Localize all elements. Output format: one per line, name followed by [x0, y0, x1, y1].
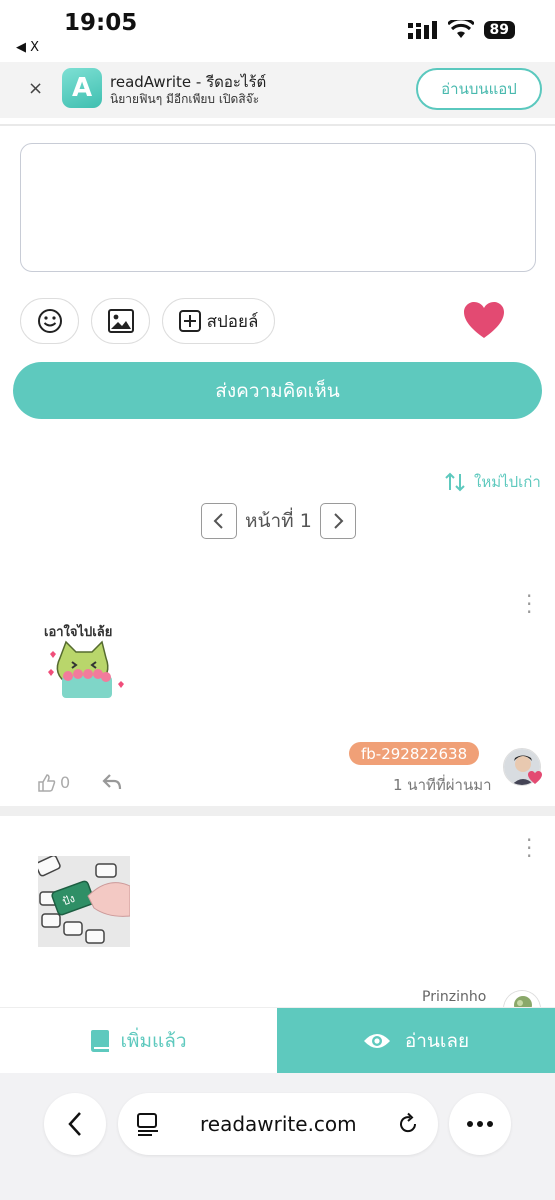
plus-box-icon [178, 310, 201, 332]
send-comment-button[interactable]: ส่งความคิดเห็น [13, 362, 542, 419]
status-bar: 19:05 ◀ X 89 [0, 0, 555, 62]
chevron-left-icon [68, 1112, 81, 1136]
cat-sticker: เอาใจไปเล้ย [44, 623, 124, 698]
page-label: หน้าที่ 1 [245, 510, 312, 532]
status-time: 19:05 [64, 10, 138, 36]
added-label: เพิ่มแล้ว [120, 1030, 187, 1052]
like-button[interactable]: 0 [38, 773, 70, 792]
like-icon [38, 773, 56, 792]
comment-time: 1 นาทีที่ผ่านมา [393, 776, 492, 794]
back-to-app[interactable]: ◀ X [16, 40, 39, 55]
signal-icon [407, 20, 437, 39]
image-icon [107, 309, 134, 333]
read-now-label: อ่านเลย [404, 1030, 470, 1052]
browser-more-button[interactable] [449, 1093, 511, 1155]
reply-icon[interactable] [102, 773, 122, 791]
reload-icon[interactable] [396, 1112, 420, 1136]
username[interactable]: Prinzinho [422, 989, 486, 1005]
status-icons: 89 [407, 20, 515, 39]
address-bar[interactable]: readawrite.com [118, 1093, 438, 1155]
more-icon[interactable]: · · · [526, 830, 532, 866]
emoji-icon [37, 309, 62, 333]
eye-icon [363, 1034, 390, 1048]
more-icon[interactable]: · · · [526, 586, 532, 622]
wifi-icon [447, 20, 474, 38]
read-now-button[interactable]: อ่านเลย [277, 1008, 555, 1074]
add-to-library-button[interactable]: เพิ่มแล้ว [0, 1008, 277, 1074]
url-text: readawrite.com [200, 1112, 357, 1136]
banner-close-icon[interactable]: × [28, 78, 43, 99]
like-count: 0 [60, 773, 71, 792]
image-button[interactable] [91, 298, 150, 344]
next-page-button[interactable] [319, 503, 356, 539]
sort-toggle[interactable]: ใหม่ไปเก่า [444, 470, 541, 494]
open-in-app-button[interactable]: อ่านบนแอป [416, 68, 542, 110]
keyboard-sticker: ปัง [38, 856, 130, 947]
divider [0, 124, 555, 126]
sort-label: ใหม่ไปเก่า [474, 473, 541, 491]
user-badge[interactable]: fb-292822638 [349, 742, 480, 765]
avatar-heart-icon [528, 771, 542, 784]
pagination: หน้าที่ 1 [201, 503, 356, 539]
heart-icon[interactable] [462, 300, 506, 340]
sort-icon [445, 472, 465, 492]
app-logo: A [62, 68, 102, 108]
app-banner: × A readAwrite - รีดอะไร้ต์ นิยายฟินๆ มี… [0, 62, 555, 118]
reader-action-bar: เพิ่มแล้ว อ่านเลย [0, 1007, 555, 1074]
browser-back-button[interactable] [44, 1093, 106, 1155]
browser-toolbar: readawrite.com [0, 1073, 555, 1200]
comment-input[interactable] [20, 143, 536, 272]
spoiler-label: สปอยล์ [206, 311, 259, 332]
reader-icon[interactable] [136, 1112, 160, 1136]
sticker-text: เอาใจไปเล้ย [44, 623, 112, 640]
emoji-button[interactable] [20, 298, 79, 344]
comment-separator [0, 806, 555, 816]
more-icon [467, 1121, 493, 1127]
chevron-right-icon [334, 513, 344, 529]
chevron-left-icon [213, 513, 223, 529]
banner-subtitle: นิยายฟินๆ มีอีกเพียบ เปิดสิจ๊ะ [110, 92, 260, 106]
prev-page-button[interactable] [201, 503, 237, 539]
battery-indicator: 89 [483, 20, 515, 39]
book-icon [91, 1030, 110, 1052]
spoiler-button[interactable]: สปอยล์ [162, 298, 275, 344]
